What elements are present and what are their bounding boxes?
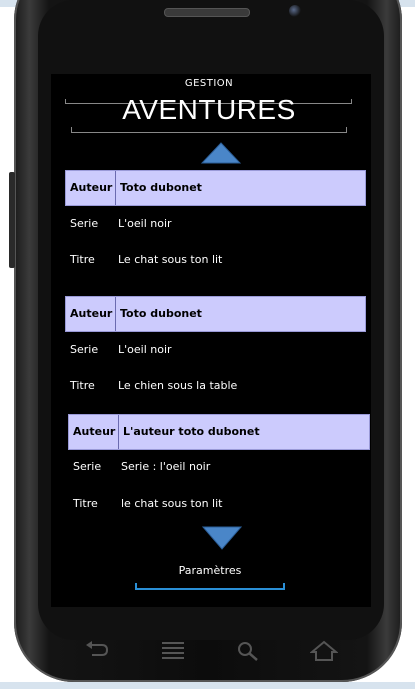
series-label: Serie	[70, 217, 99, 230]
app-subtitle: GESTION	[184, 78, 234, 89]
series-value: L'oeil noir	[118, 343, 172, 356]
series-label: Serie	[73, 460, 102, 473]
author-row: Auteur Toto dubonet	[65, 296, 366, 332]
series-value: Serie : l'oeil noir	[121, 460, 211, 473]
title-tick	[346, 127, 347, 133]
title-divider-bottom	[71, 132, 347, 133]
page-title: AVENTURES	[122, 94, 296, 125]
menu-icon[interactable]	[160, 640, 186, 662]
volume-button[interactable]	[9, 172, 15, 268]
title-label: Titre	[70, 253, 95, 266]
author-value: Toto dubonet	[120, 307, 202, 320]
title-label: Titre	[73, 497, 98, 510]
home-icon[interactable]	[310, 640, 338, 662]
author-row: Auteur L'auteur toto dubonet	[68, 414, 370, 450]
author-value: L'auteur toto dubonet	[123, 425, 260, 438]
title-label: Titre	[70, 379, 95, 392]
search-icon[interactable]	[236, 640, 260, 662]
series-label: Serie	[70, 343, 99, 356]
author-label: Auteur	[66, 297, 116, 331]
triangle-up-icon[interactable]	[201, 142, 241, 164]
settings-underline-tick	[283, 583, 285, 589]
front-camera	[289, 5, 301, 17]
settings-button[interactable]: Paramètres	[135, 564, 285, 577]
back-icon[interactable]	[82, 640, 110, 662]
speaker-grille	[164, 8, 250, 17]
title-value: Le chat sous ton lit	[118, 253, 223, 266]
app-screen: GESTION AVENTURES Auteur Toto dubonet Se…	[51, 74, 371, 607]
author-label: Auteur	[66, 171, 116, 205]
triangle-down-icon[interactable]	[202, 526, 242, 550]
title-value: Le chien sous la table	[118, 379, 238, 392]
series-value: L'oeil noir	[118, 217, 172, 230]
settings-underline	[135, 588, 285, 590]
window-bottom-border	[0, 682, 415, 689]
author-label: Auteur	[69, 415, 119, 449]
author-row: Auteur Toto dubonet	[65, 170, 366, 206]
title-tick	[71, 127, 72, 133]
author-value: Toto dubonet	[120, 181, 202, 194]
title-value: le chat sous ton lit	[121, 497, 223, 510]
